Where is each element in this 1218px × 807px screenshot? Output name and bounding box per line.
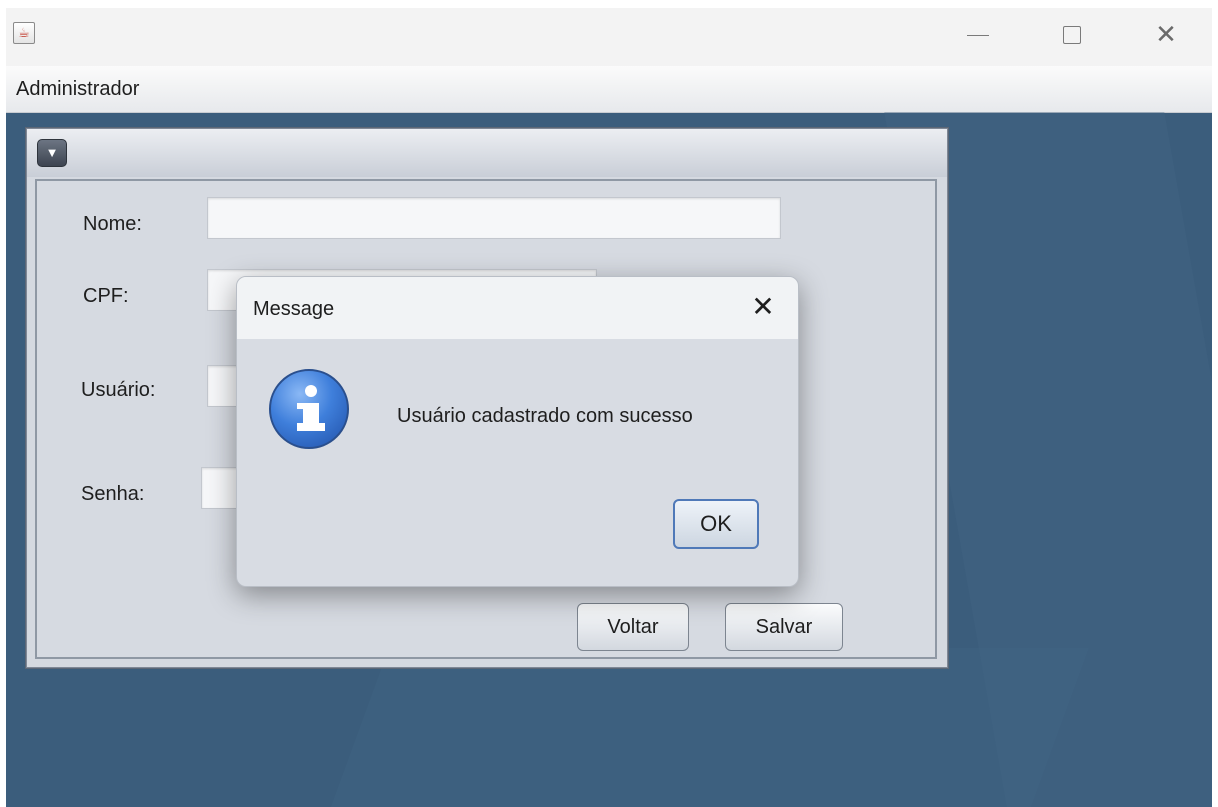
internal-frame-titlebar: ▼ <box>27 129 947 177</box>
menu-administrador[interactable]: Administrador <box>16 78 139 101</box>
usuario-label: Usuário: <box>81 379 156 401</box>
nome-label: Nome: <box>83 213 142 235</box>
dropdown-triangle-icon[interactable]: ▼ <box>37 139 67 167</box>
dialog-title: Message <box>253 298 335 320</box>
maximize-icon <box>1063 26 1081 45</box>
desktop-background-shape <box>323 648 1089 807</box>
dialog-close-button[interactable]: ✕ <box>745 289 781 325</box>
java-cup-icon[interactable]: ☕ <box>13 22 35 44</box>
dialog-titlebar: Message ✕ <box>237 277 798 339</box>
dialog-message: Usuário cadastrado com sucesso <box>397 405 693 427</box>
message-dialog: Message ✕ Usuário cadastrado com sucesso… <box>236 276 799 587</box>
ok-button[interactable]: OK <box>673 499 759 549</box>
info-icon <box>269 369 349 449</box>
senha-label: Senha: <box>81 483 145 505</box>
menu-bar: Administrador <box>6 66 1212 113</box>
minimize-icon <box>967 34 989 36</box>
salvar-button[interactable]: Salvar <box>725 603 843 651</box>
cpf-label: CPF: <box>83 285 129 307</box>
nome-field[interactable] <box>207 197 781 239</box>
maximize-button[interactable] <box>1049 16 1095 52</box>
window-titlebar: ☕ ✕ <box>6 8 1212 66</box>
voltar-button[interactable]: Voltar <box>577 603 689 651</box>
minimize-button[interactable] <box>955 16 1001 52</box>
window-close-button[interactable]: ✕ <box>1143 16 1189 52</box>
